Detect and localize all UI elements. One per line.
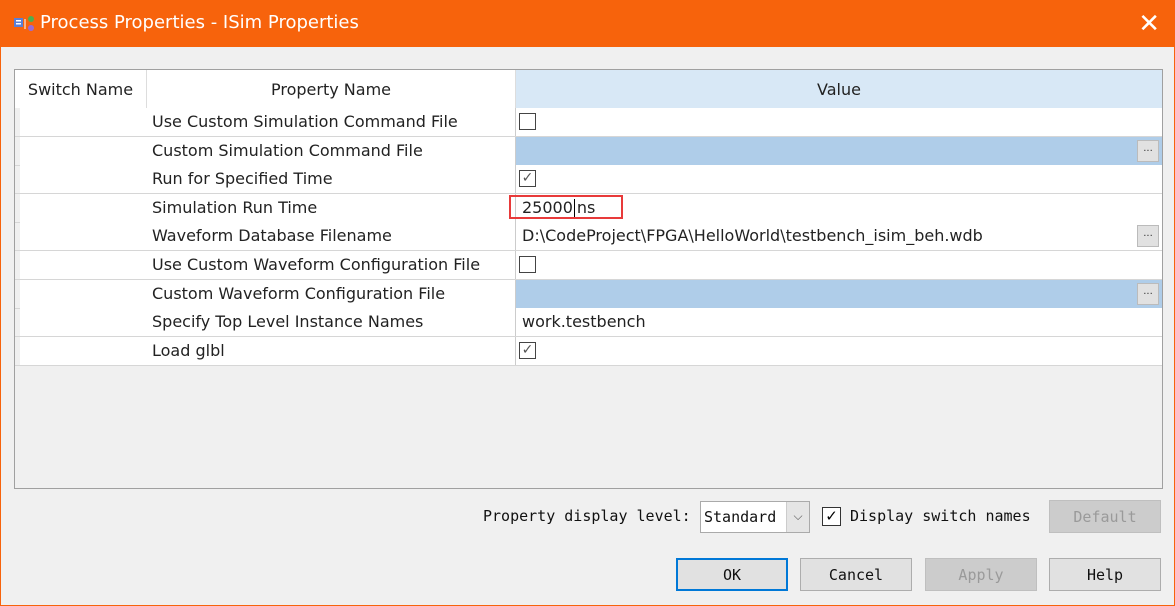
switch-name-cell — [20, 336, 148, 365]
value-checkbox[interactable]: ✓ — [519, 170, 536, 188]
process-properties-dialog: Process Properties - ISim Properties ✕ S… — [0, 0, 1175, 606]
table-row[interactable]: Use Custom Simulation Command File — [15, 108, 1162, 137]
value-checkbox[interactable] — [519, 113, 536, 130]
switch-name-cell — [20, 222, 148, 251]
close-icon[interactable]: ✕ — [1138, 9, 1160, 39]
property-name-cell[interactable]: Simulation Run Time — [147, 193, 516, 222]
table-row[interactable]: Waveform Database Filename D:\CodeProjec… — [15, 222, 1162, 252]
value-cell[interactable]: 25000 ns — [509, 193, 1162, 222]
browse-button[interactable]: ... — [1137, 225, 1159, 248]
table-row[interactable]: Run for Specified Time ✓ — [15, 165, 1162, 195]
table-row[interactable]: Simulation Run Time 25000 ns — [15, 193, 1162, 223]
column-header-switch-name[interactable]: Switch Name — [15, 70, 147, 108]
browse-button[interactable]: ... — [1137, 139, 1159, 162]
highlight-box — [509, 194, 623, 219]
value-cell[interactable]: ... — [516, 279, 1162, 308]
display-switch-names-checkbox[interactable]: ✓ — [822, 507, 841, 526]
window-title: Process Properties - ISim Properties — [40, 12, 359, 33]
table-row[interactable]: Custom Simulation Command File ... — [15, 136, 1162, 166]
property-name-cell[interactable]: Custom Waveform Configuration File — [147, 279, 516, 308]
column-header-property-name[interactable]: Property Name — [147, 70, 516, 108]
column-header-value[interactable]: Value — [516, 70, 1162, 108]
switch-name-cell — [20, 308, 148, 337]
display-level-label: Property display level: — [483, 507, 691, 525]
property-name-cell[interactable]: Custom Simulation Command File — [147, 136, 516, 165]
table-row[interactable]: Load glbl ✓ — [15, 336, 1162, 366]
property-name-cell[interactable]: Run for Specified Time — [147, 165, 516, 194]
switch-name-cell — [20, 165, 148, 194]
table-row[interactable]: Use Custom Waveform Configuration File — [15, 251, 1162, 280]
display-level-select[interactable]: Standard ⌵ — [700, 501, 810, 533]
switch-name-cell — [20, 108, 148, 136]
title-bar: Process Properties - ISim Properties ✕ — [1, 1, 1174, 47]
value-checkbox[interactable] — [519, 256, 536, 273]
property-name-cell[interactable]: Load glbl — [147, 336, 516, 365]
value-cell[interactable]: D:\CodeProject\FPGA\HelloWorld\testbench… — [516, 222, 1162, 251]
switch-name-cell — [20, 251, 148, 279]
property-name-cell[interactable]: Use Custom Waveform Configuration File — [147, 251, 516, 279]
properties-grid: Switch Name Property Name Value Use Cust… — [14, 69, 1163, 489]
display-switch-names-label: Display switch names — [850, 507, 1031, 525]
switch-name-cell — [20, 279, 148, 308]
property-name-cell[interactable]: Specify Top Level Instance Names — [147, 308, 516, 337]
switch-name-cell — [20, 193, 148, 222]
value-cell[interactable]: ... — [516, 136, 1162, 165]
value-cell[interactable]: work.testbench — [516, 308, 1162, 337]
value-checkbox[interactable]: ✓ — [519, 341, 536, 359]
value-input[interactable]: work.testbench — [522, 312, 646, 331]
switch-name-cell — [20, 136, 148, 165]
property-name-cell[interactable]: Waveform Database Filename — [147, 222, 516, 251]
display-level-value: Standard — [704, 508, 777, 526]
value-cell[interactable]: ✓ — [516, 165, 1162, 194]
apply-button[interactable]: Apply — [925, 558, 1037, 591]
value-text[interactable]: D:\CodeProject\FPGA\HelloWorld\testbench… — [522, 226, 983, 245]
property-name-cell[interactable]: Use Custom Simulation Command File — [147, 108, 516, 136]
value-cell[interactable] — [516, 108, 1162, 136]
value-cell[interactable]: ✓ — [516, 336, 1162, 365]
ok-button[interactable]: OK — [676, 558, 788, 591]
table-row[interactable]: Custom Waveform Configuration File ... — [15, 279, 1162, 309]
cancel-button[interactable]: Cancel — [800, 558, 912, 591]
default-button[interactable]: Default — [1049, 500, 1161, 533]
value-cell[interactable] — [516, 251, 1162, 279]
chevron-down-icon[interactable]: ⌵ — [786, 502, 809, 532]
process-properties-icon — [14, 16, 34, 31]
help-button[interactable]: Help — [1049, 558, 1161, 591]
browse-button[interactable]: ... — [1137, 282, 1159, 305]
table-row[interactable]: Specify Top Level Instance Names work.te… — [15, 308, 1162, 338]
